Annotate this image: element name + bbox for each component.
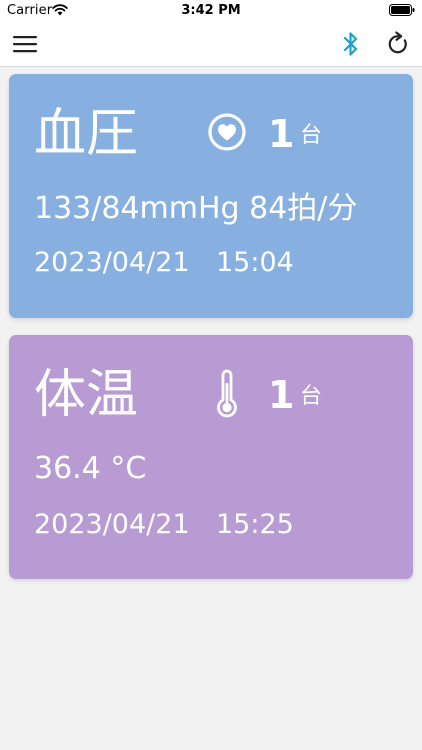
navigation-bar <box>0 22 422 67</box>
refresh-icon[interactable] <box>385 31 411 57</box>
measurement-date: 2023/04/21 <box>34 509 190 540</box>
device-unit: 台 <box>300 384 323 409</box>
measurement-reading: 36.4 °C <box>34 451 147 486</box>
device-count: 1 <box>268 373 295 417</box>
blood-pressure-card[interactable]: 血圧 1 台 133/84mmHg 84拍/分 2023/04/21 15:04 <box>9 74 413 318</box>
measurement-time: 15:25 <box>216 509 294 540</box>
device-unit: 台 <box>300 123 323 148</box>
status-bar: Carrier 3:42 PM <box>0 0 422 22</box>
temperature-card[interactable]: 体温 1 台 36.4 °C 2023/04/21 15:25 <box>9 335 413 579</box>
device-count: 1 <box>268 112 295 156</box>
measurement-reading: 133/84mmHg 84拍/分 <box>34 191 358 226</box>
hamburger-menu-icon[interactable] <box>12 32 38 56</box>
thermometer-icon <box>217 369 237 418</box>
card-title: 体温 <box>34 365 139 425</box>
card-title: 血圧 <box>34 104 139 164</box>
measurement-date: 2023/04/21 <box>34 247 190 278</box>
status-time: 3:42 PM <box>181 3 241 18</box>
heart-icon <box>208 113 246 151</box>
measurement-time: 15:04 <box>216 247 294 278</box>
battery-icon <box>389 4 415 16</box>
bluetooth-icon[interactable] <box>340 30 362 58</box>
